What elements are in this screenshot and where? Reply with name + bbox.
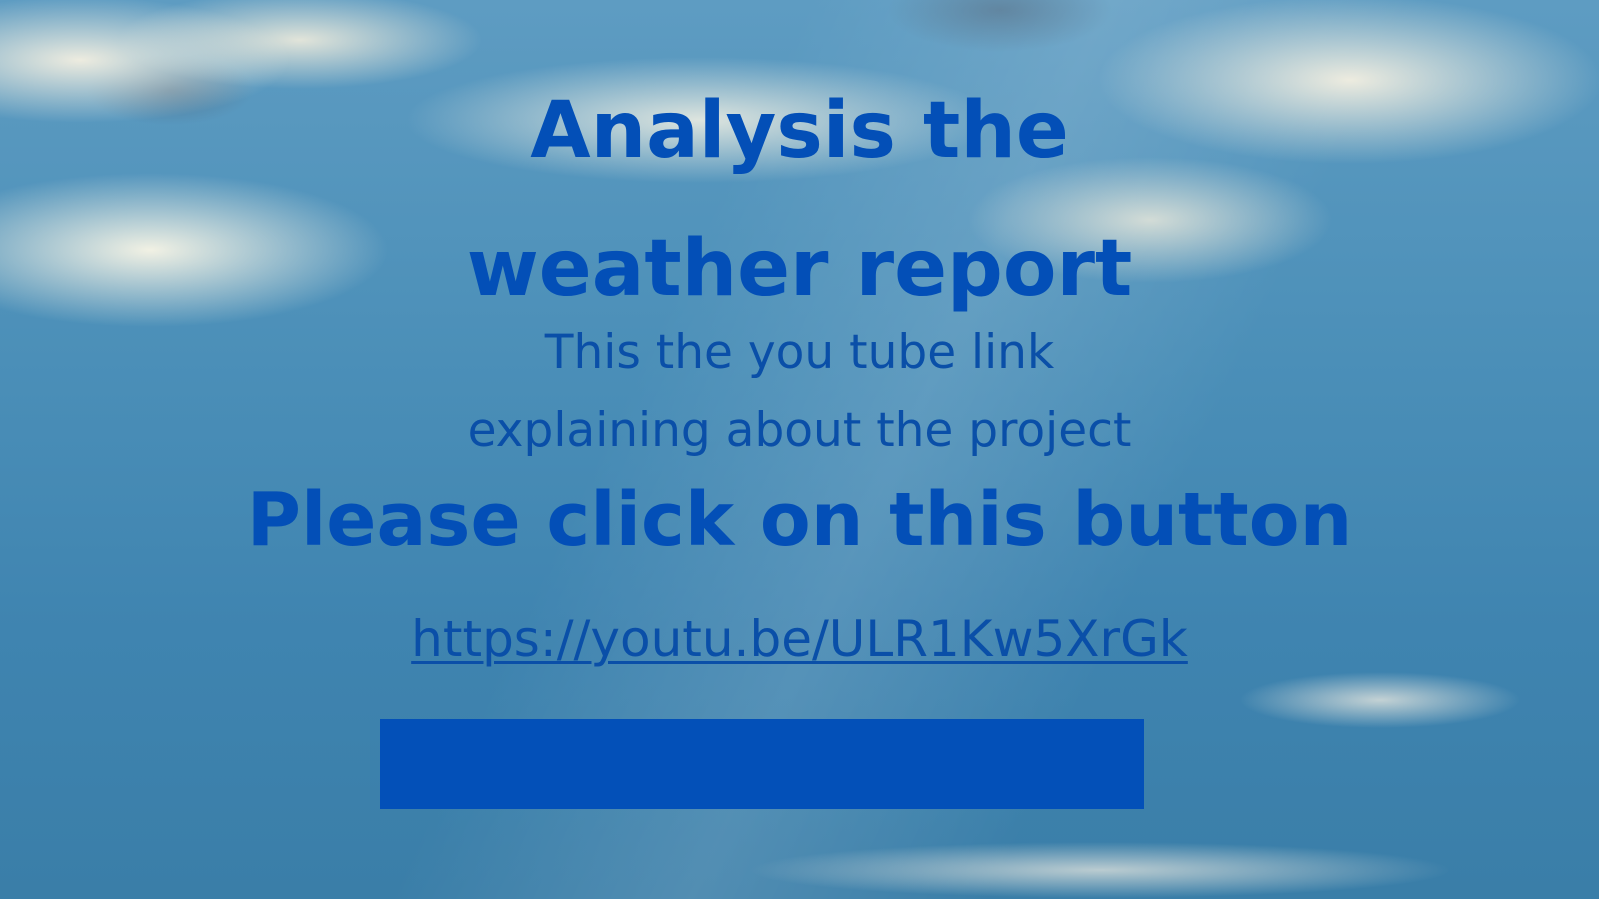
link-row: https://youtu.be/ULR1Kw5XrGk [0, 604, 1599, 674]
slide-content: Analysis the weather report This the you… [0, 0, 1599, 899]
open-link-button[interactable] [380, 719, 1144, 809]
call-to-action: Please click on this button [246, 477, 1353, 563]
subtitle-line-1: This the you tube link [544, 325, 1055, 380]
subtitle: This the you tube link explaining about … [0, 314, 1599, 470]
title-line-1: Analysis the [530, 86, 1069, 176]
youtube-link[interactable]: https://youtu.be/ULR1Kw5XrGk [411, 610, 1188, 668]
page-title: Analysis the weather report [0, 62, 1599, 338]
subtitle-line-2: explaining about the project [467, 403, 1132, 458]
title-line-2: weather report [466, 224, 1133, 314]
